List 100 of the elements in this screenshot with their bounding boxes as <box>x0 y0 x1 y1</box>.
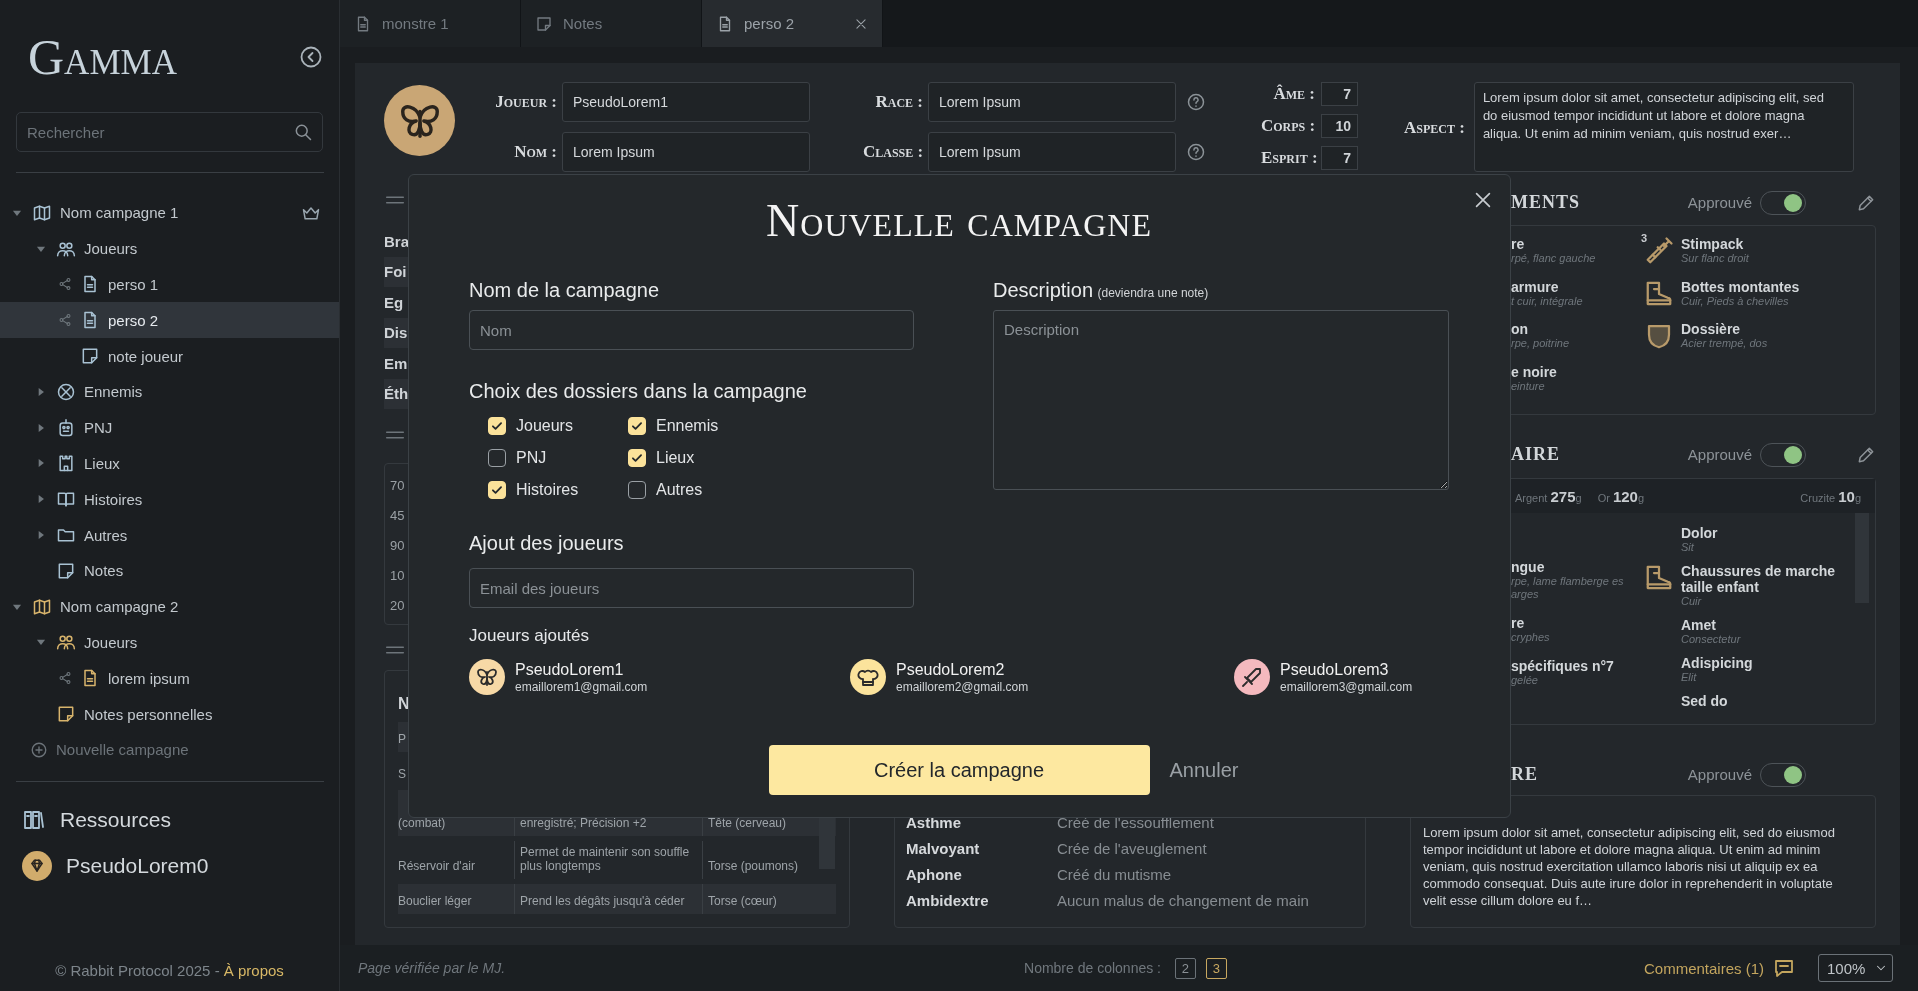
table-cell: Permet de maintenir son souffle plus longtemps <box>514 841 702 879</box>
checkbox-label: Ennemis <box>656 417 719 435</box>
checkbox[interactable] <box>628 481 646 499</box>
name-field[interactable]: Nom <box>469 310 914 350</box>
search-icon <box>293 122 313 142</box>
item-name: ngue <box>1511 559 1546 575</box>
checkbox-label: Lieux <box>656 449 695 467</box>
checkmark-icon <box>490 483 504 497</box>
score-value: 45 <box>390 507 405 523</box>
user-profile[interactable]: PseudoLorem0 <box>0 842 339 889</box>
tree-item[interactable]: Notes <box>0 552 339 589</box>
trait-name: Asthme <box>906 813 962 831</box>
item-detail: rpe, lame flamberge es arges <box>1511 575 1625 601</box>
money-amount: Cruzite 10g <box>1800 487 1861 505</box>
tree-item[interactable]: Nom campagne 1 <box>0 195 339 231</box>
score-value: 20 <box>390 597 405 613</box>
toggle-label: Approuvé <box>1687 194 1752 211</box>
collapse-button[interactable] <box>299 45 323 69</box>
checkmark-icon <box>490 419 504 433</box>
tree-item[interactable]: Histoires <box>0 481 339 518</box>
item-name: Sed do <box>1681 693 1728 709</box>
stat-field[interactable]: 7 <box>1321 146 1358 170</box>
item-detail: Sur flanc droit <box>1681 252 1749 265</box>
search-field[interactable]: Rechercher <box>16 112 323 152</box>
tree-item[interactable]: PNJ <box>0 409 339 446</box>
resources-link[interactable]: Ressources <box>0 796 339 843</box>
item-name: e noire <box>1511 363 1557 380</box>
plus-circle-icon <box>30 740 48 759</box>
item-detail: cryphes <box>1511 631 1550 644</box>
description-field[interactable]: Description <box>993 310 1449 490</box>
tree-item[interactable]: Lieux <box>0 445 339 482</box>
money-amount: Or 120g <box>1597 487 1645 505</box>
player-email: emaillorem3@gmail.com <box>1280 678 1413 695</box>
section-label: Joueurs ajoutés <box>469 625 591 647</box>
attribute-label: Foi <box>384 263 407 281</box>
tab[interactable]: perso 2 <box>702 0 883 47</box>
player-name: PseudoLorem1 <box>515 659 625 679</box>
tower-icon <box>56 453 76 474</box>
attribute-label: Bra <box>384 232 409 250</box>
tree-item[interactable]: Joueurs <box>0 230 339 267</box>
columns-label: Nombre de colonnes : <box>1024 960 1161 976</box>
field-label: Choix des dossiers dans la campagne <box>469 379 808 403</box>
tab[interactable]: Notes <box>521 0 702 47</box>
item-name: Adispicing <box>1681 655 1753 671</box>
toggle-label: Approuvé <box>1687 446 1752 463</box>
zoom-select[interactable]: 100% <box>1818 954 1893 982</box>
toggle-label: Approuvé <box>1687 766 1752 783</box>
table-cell: Prend les dégâts jusqu'à céder <box>514 884 702 914</box>
tree-item[interactable]: note joueur <box>0 338 339 374</box>
item-name: armure <box>1511 278 1560 295</box>
stat-label: Esprit : <box>1261 148 1315 168</box>
field-label: Aspect : <box>1404 118 1465 138</box>
text-field[interactable]: PseudoLorem1 <box>562 82 810 122</box>
item-name: Chaussures de marche taille enfant <box>1681 563 1837 595</box>
column-count-button[interactable]: 3 <box>1206 957 1227 979</box>
section-title: RE <box>1511 764 1538 785</box>
tree-item[interactable]: Joueurs <box>0 624 339 661</box>
tree-item[interactable]: lorem ipsum <box>0 660 339 697</box>
checkbox-label: Autres <box>656 481 703 499</box>
tree-item[interactable]: Notes personnelles <box>0 696 339 732</box>
column-count-button[interactable]: 2 <box>1175 957 1196 979</box>
item-name: Bottes montantes <box>1681 278 1800 295</box>
text-field[interactable]: Lorem Ipsum <box>928 82 1176 122</box>
stat-field[interactable]: 10 <box>1321 114 1358 138</box>
cancel-button[interactable]: Annuler <box>1169 758 1239 782</box>
item-detail: Cuir <box>1681 595 1703 608</box>
create-button[interactable]: Créer la campagne <box>768 745 1150 795</box>
checkbox[interactable] <box>488 449 506 467</box>
text-field[interactable]: Lorem Ipsum <box>562 132 810 172</box>
item-detail: Sit <box>1681 541 1695 554</box>
item-name: spécifiques n°7 <box>1511 658 1614 674</box>
tree-item[interactable]: perso 2 <box>0 302 339 339</box>
trait-name: Aphone <box>906 865 963 883</box>
item-detail: t cuir, intégrale <box>1511 294 1583 308</box>
email-field[interactable]: Email des joueurs <box>469 568 914 608</box>
app-logo: Gamma <box>28 32 177 82</box>
attribute-label: Em <box>384 354 408 372</box>
item-detail: rpe, poitrine <box>1511 337 1570 350</box>
checkmark-icon <box>630 419 644 433</box>
tab[interactable]: monstre 1 <box>340 0 521 47</box>
attribute-label: Eg <box>384 293 404 311</box>
field-label: Joueur : <box>494 92 557 112</box>
about-link[interactable]: À propos <box>223 962 284 979</box>
player-email: emaillorem1@gmail.com <box>515 678 648 695</box>
money-amount: Argent 275g <box>1515 487 1582 505</box>
comments-link[interactable]: Commentaires (1) <box>1643 959 1764 977</box>
field-label: Classe : <box>863 142 923 162</box>
text-field[interactable]: Lorem Ipsum <box>928 132 1176 172</box>
item-detail: Consectetur <box>1681 633 1741 646</box>
tree-item[interactable]: Autres <box>0 517 339 553</box>
stat-field[interactable]: 7 <box>1321 82 1358 106</box>
table-cell-text: Bouclier léger <box>398 893 473 910</box>
field-label: Description <box>993 279 1094 301</box>
aspect-field[interactable]: Lorem ipsum dolor sit amet, consectetur adipiscing elit, sed do eiusmod tempor incididunt ut labore et dolore magna aliqua. Ut enim ad minim veniam, quis nostrud exer… <box>1473 82 1854 172</box>
tree-item[interactable]: Ennemis <box>0 374 339 410</box>
item-name: Dolor <box>1681 525 1718 541</box>
tree-item[interactable]: perso 1 <box>0 266 339 303</box>
close-icon <box>854 16 868 31</box>
tree-item[interactable]: Nom campagne 2 <box>0 588 339 625</box>
new-campaign-link[interactable]: Nouvelle campagne <box>0 731 339 768</box>
